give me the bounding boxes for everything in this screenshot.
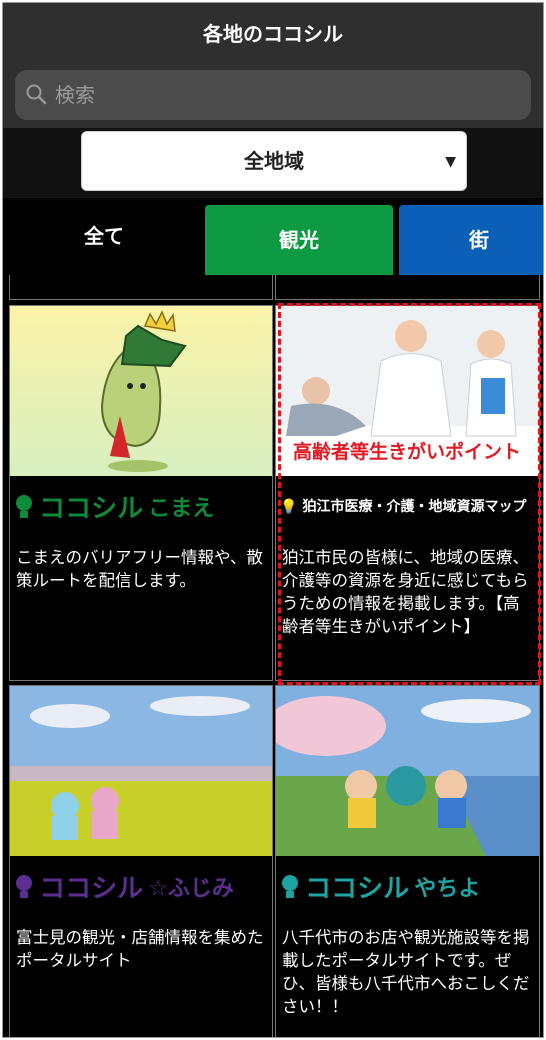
tab-kanko[interactable]: 観光 xyxy=(205,205,393,275)
card-komae[interactable]: ココシル こまえ こまえのバリアフリー情報や、散策ルートを配信します。 xyxy=(9,305,273,681)
dropdown-arrow-icon: ▼ xyxy=(445,154,456,170)
header: 各地のココシル 検索 xyxy=(3,3,543,128)
yachiyo-logo-sub: やちよ xyxy=(414,876,481,902)
yachiyo-description: 八千代市のお店や観光施設等を掲載したポータルサイトです。ぜひ、皆様も八千代市へお… xyxy=(282,928,530,1016)
komae-logo-main: ココシル xyxy=(39,494,144,524)
tab-all[interactable]: 全て xyxy=(9,198,199,275)
category-tabs: 全て 観光 街 xyxy=(3,198,543,275)
lightbulb-icon xyxy=(16,874,32,898)
komae-mascot-image xyxy=(10,306,272,476)
fujimi-description: 富士見の観光・店舗情報を集めたポータルサイト xyxy=(16,928,264,970)
fujimi-field-image xyxy=(10,686,272,856)
fujimi-logo-sub: ☆ふじみ xyxy=(148,876,234,902)
yachiyo-logo-main: ココシル xyxy=(305,874,410,904)
region-select-value: 全地域 xyxy=(244,149,304,173)
app-frame: 各地のココシル 検索 全地域 ▼ 全て 観光 街 ココシル こまえ こまえのバリ… xyxy=(2,2,544,1038)
fujimi-logo-main: ココシル xyxy=(39,874,144,904)
komae-logo-sub: こまえ xyxy=(148,496,215,522)
search-input[interactable]: 検索 xyxy=(15,70,531,120)
card-stub-left xyxy=(9,275,273,300)
lightbulb-icon xyxy=(16,494,32,518)
lightbulb-icon xyxy=(282,874,298,898)
search-placeholder: 検索 xyxy=(55,83,95,107)
card-stub-right xyxy=(275,275,540,300)
fujimi-logo: ココシル ☆ふじみ xyxy=(14,868,266,908)
tab-machi[interactable]: 街 xyxy=(399,205,543,275)
yachiyo-river-image xyxy=(276,686,539,856)
search-icon xyxy=(26,84,47,105)
page-title: 各地のココシル xyxy=(203,22,343,46)
selection-highlight xyxy=(278,303,541,685)
yachiyo-logo: ココシル やちよ xyxy=(280,868,532,908)
komae-logo: ココシル こまえ xyxy=(14,488,266,528)
region-select[interactable]: 全地域 ▼ xyxy=(81,131,467,191)
card-yachiyo[interactable]: ココシル やちよ 八千代市のお店や観光施設等を掲載したポータルサイトです。ぜひ、… xyxy=(275,685,540,1037)
card-fujimi[interactable]: ココシル ☆ふじみ 富士見の観光・店舗情報を集めたポータルサイト xyxy=(9,685,273,1037)
komae-description: こまえのバリアフリー情報や、散策ルートを配信します。 xyxy=(16,548,264,590)
